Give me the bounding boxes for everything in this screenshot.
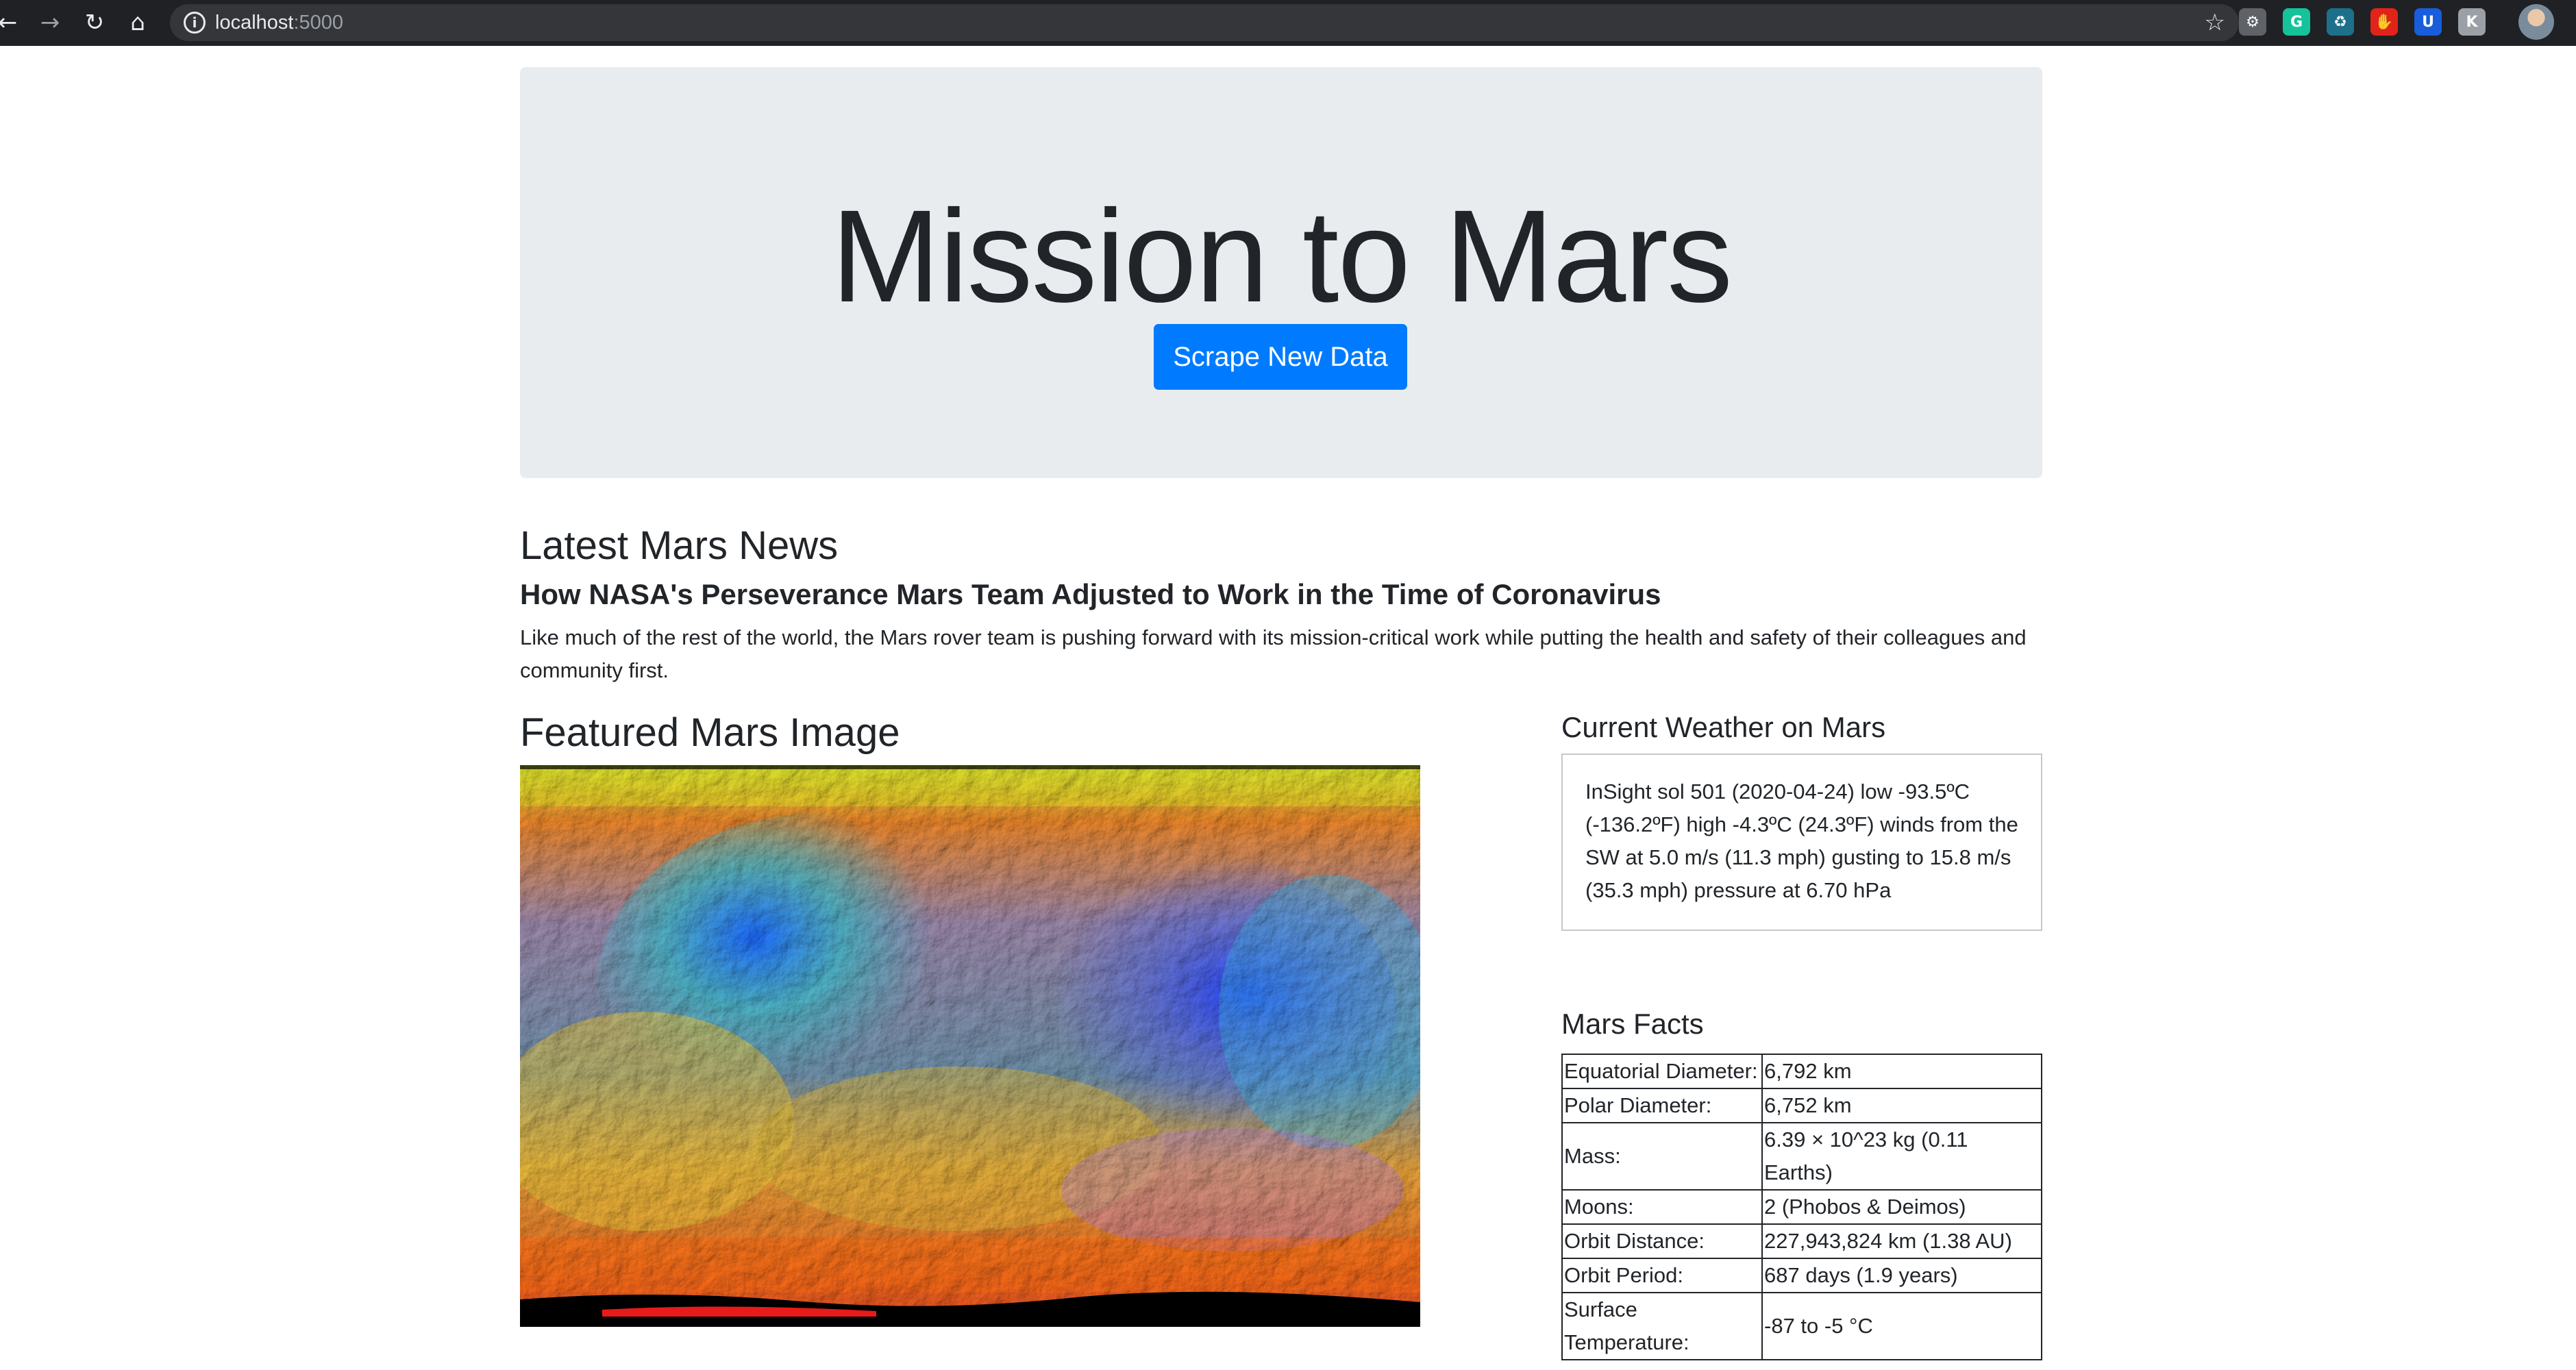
scrape-new-data-button[interactable]: Scrape New Data	[1154, 324, 1407, 390]
fact-value: 6,752 km	[1761, 1088, 2042, 1123]
reload-icon[interactable]: ↻	[79, 7, 110, 38]
k-extension-icon[interactable]: K	[2458, 8, 2486, 36]
fact-label: Orbit Distance:	[1561, 1223, 1763, 1259]
bitwarden-icon[interactable]: U	[2414, 8, 2442, 36]
fact-value: 227,943,824 km (1.38 AU)	[1761, 1223, 2042, 1259]
grammarly-icon[interactable]: G	[2283, 8, 2310, 36]
news-paragraph: Like much of the rest of the world, the …	[520, 625, 2027, 682]
profile-avatar[interactable]	[2518, 4, 2554, 40]
fact-value: 687 days (1.9 years)	[1761, 1258, 2042, 1293]
address-bar[interactable]: i localhost:5000 ☆	[170, 4, 2239, 41]
fact-value: 2 (Phobos & Deimos)	[1761, 1189, 2042, 1225]
forward-arrow-icon[interactable]: →	[34, 7, 66, 38]
fact-label: Surface Temperature:	[1561, 1292, 1763, 1360]
url-text: localhost:5000	[215, 12, 343, 34]
fact-label: Mass:	[1561, 1122, 1763, 1191]
fact-value: -87 to -5 °C	[1761, 1292, 2042, 1360]
weather-card: InSight sol 501 (2020-04-24) low -93.5ºC…	[1561, 754, 2042, 931]
home-icon[interactable]: ⌂	[122, 7, 153, 38]
facts-row: Orbit Period: 687 days (1.9 years)	[1561, 1258, 2042, 1293]
site-info-icon[interactable]: i	[184, 12, 206, 34]
fact-value: 6.39 × 10^23 kg (0.11 Earths)	[1761, 1122, 2042, 1191]
mars-facts-table: Equatorial Diameter: 6,792 km Polar Diamet…	[1561, 1054, 2042, 1360]
url-host: localhost	[215, 12, 294, 34]
jumbotron: Mission to Mars Scrape New Data	[520, 67, 2042, 478]
bookmark-star-icon[interactable]: ☆	[2205, 9, 2225, 36]
weather-text: InSight sol 501 (2020-04-24) low -93.5ºC…	[1585, 780, 2018, 902]
facts-table-body: Equatorial Diameter: 6,792 km Polar Diamet…	[1561, 1054, 2042, 1360]
url-port: :5000	[293, 12, 344, 34]
page-title: Mission to Mars	[830, 182, 1733, 329]
facts-row: Polar Diameter: 6,752 km	[1561, 1088, 2042, 1123]
facts-row: Orbit Distance: 227,943,824 km (1.38 AU)	[1561, 1223, 2042, 1259]
weather-section-title: Current Weather on Mars	[1561, 711, 1886, 743]
fact-label: Orbit Period:	[1561, 1258, 1763, 1293]
facts-row: Equatorial Diameter: 6,792 km	[1561, 1054, 2042, 1089]
adblock-icon[interactable]: ✋	[2370, 8, 2398, 36]
facts-section-title: Mars Facts	[1561, 1008, 1704, 1040]
fact-label: Polar Diameter:	[1561, 1088, 1763, 1123]
fact-label: Equatorial Diameter:	[1561, 1054, 1763, 1089]
facts-row: Surface Temperature: -87 to -5 °C	[1561, 1292, 2042, 1360]
fact-label: Moons:	[1561, 1189, 1763, 1225]
featured-image-graphic	[520, 765, 1420, 1327]
featured-mars-image	[520, 765, 1420, 1327]
recycle-extension-icon[interactable]: ♻	[2327, 8, 2354, 36]
facts-row: Moons: 2 (Phobos & Deimos)	[1561, 1189, 2042, 1225]
back-arrow-icon[interactable]: ←	[0, 7, 23, 38]
news-section-title: Latest Mars News	[520, 523, 839, 568]
settings-gear-extension-icon[interactable]: ⚙	[2239, 8, 2266, 36]
browser-toolbar: ← → ↻ ⌂ i localhost:5000 ☆ ⚙ G ♻ ✋ U K	[0, 0, 2576, 46]
news-headline: How NASA's Perseverance Mars Team Adjust…	[520, 578, 1661, 610]
facts-row: Mass: 6.39 × 10^23 kg (0.11 Earths)	[1561, 1122, 2042, 1191]
featured-image-title: Featured Mars Image	[520, 710, 900, 755]
fact-value: 6,792 km	[1761, 1054, 2042, 1089]
